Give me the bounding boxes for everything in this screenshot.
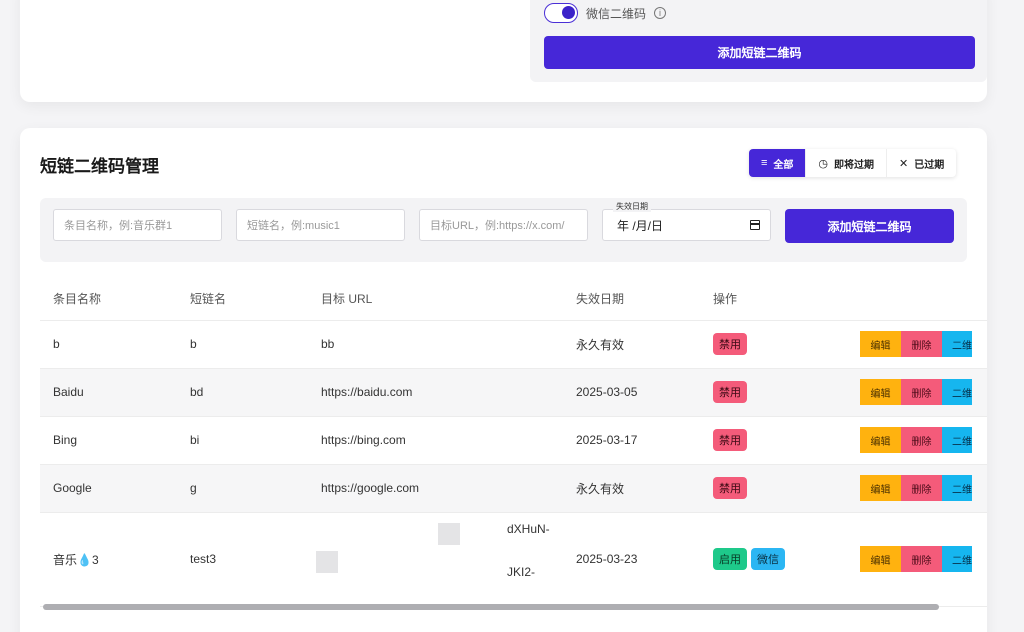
cell-ops: 编辑 删除 二维 [847, 368, 987, 417]
edit-button[interactable]: 编辑 [860, 379, 901, 405]
short-name-input[interactable]: 短链名，例:music1 [236, 209, 405, 241]
cell-ops: 编辑 删除 二维 [847, 512, 987, 607]
qr-button[interactable]: 二维 [942, 475, 972, 501]
cell-name: b [40, 320, 177, 369]
table-row: Baidu bd https://baidu.com 2025-03-05 禁用… [40, 368, 987, 417]
redacted-block [316, 550, 338, 573]
page-title: 短链二维码管理 [40, 157, 159, 176]
cell-name: Baidu [40, 368, 177, 417]
status-badge[interactable]: 禁用 [713, 381, 747, 403]
expiry-date-label: 失效日期 [613, 201, 651, 212]
status-badge[interactable]: 禁用 [713, 429, 747, 451]
wechat-badge: 微信 [751, 548, 785, 570]
col-short: 短链名 [177, 278, 308, 321]
col-url: 目标 URL [308, 278, 563, 321]
cell-expiry: 永久有效 [563, 464, 700, 513]
edit-button[interactable]: 编辑 [860, 427, 901, 453]
name-input[interactable]: 条目名称，例:音乐群1 [53, 209, 222, 241]
cell-status: 禁用 [700, 320, 847, 369]
cell-short: bd [177, 368, 308, 417]
cell-ops: 编辑 删除 二维 [847, 416, 987, 465]
wechat-qr-label: 微信二维码 [586, 6, 647, 21]
cell-name: Bing [40, 416, 177, 465]
filter-all[interactable]: ≡ 全部 [749, 149, 807, 177]
list-icon: ≡ [761, 157, 768, 169]
cell-ops: 编辑 删除 二维 [847, 320, 987, 369]
cell-status: 禁用 [700, 464, 847, 513]
cell-expiry: 2025-03-17 [563, 416, 700, 465]
cell-status: 禁用 [700, 416, 847, 465]
col-name: 条目名称 [40, 278, 177, 321]
col-ops [847, 278, 987, 321]
settings-panel: 微信二维码 i 添加短链二维码 [530, 0, 987, 82]
filter-expiring[interactable]: ◷ 即将过期 [806, 149, 888, 177]
table-row: Google g https://google.com 永久有效 禁用 编辑 删… [40, 464, 987, 513]
cell-short: g [177, 464, 308, 513]
horizontal-scrollbar[interactable] [43, 604, 939, 610]
table-row: Bing bi https://bing.com 2025-03-17 禁用 编… [40, 416, 987, 465]
delete-button[interactable]: 删除 [901, 427, 942, 453]
info-icon[interactable]: i [654, 7, 667, 19]
cell-expiry: 2025-03-05 [563, 368, 700, 417]
qr-button[interactable]: 二维 [942, 331, 972, 357]
status-badge[interactable]: 启用 [713, 548, 747, 570]
wechat-qr-toggle[interactable] [544, 3, 578, 23]
qr-button[interactable]: 二维 [942, 427, 972, 453]
delete-button[interactable]: 删除 [901, 546, 942, 572]
add-qr-button[interactable]: 添加短链二维码 [544, 36, 975, 69]
delete-button[interactable]: 删除 [901, 475, 942, 501]
status-badge[interactable]: 禁用 [713, 333, 747, 355]
status-badge[interactable]: 禁用 [713, 477, 747, 499]
cell-status: 启用 微信 [700, 512, 847, 607]
table-row: b b bb 永久有效 禁用 编辑 删除 二维 [40, 320, 987, 369]
cell-short: test3 [177, 512, 308, 607]
add-entry-form: 条目名称，例:音乐群1 短链名，例:music1 目标URL，例:https:/… [40, 198, 967, 262]
qr-button[interactable]: 二维 [942, 379, 972, 405]
col-expiry: 失效日期 [563, 278, 700, 321]
qr-management-card: 短链二维码管理 ≡ 全部 ◷ 即将过期 ✕ 已过期 条目名称，例:音乐群1 短链… [20, 128, 987, 632]
delete-button[interactable]: 删除 [901, 331, 942, 357]
cell-short: b [177, 320, 308, 369]
cell-ops: 编辑 删除 二维 [847, 464, 987, 513]
cell-expiry: 2025-03-23 [563, 512, 700, 607]
date-value: 年 /月/日 [617, 218, 664, 233]
filter-expired[interactable]: ✕ 已过期 [887, 149, 956, 177]
expiry-date-input[interactable]: 年 /月/日 [602, 209, 771, 241]
table-header-row: 条目名称 短链名 目标 URL 失效日期 操作 [40, 278, 987, 321]
cell-short: bi [177, 416, 308, 465]
cell-url: https://baidu.com [308, 368, 563, 417]
url-fragment-top: dXHuN- [507, 522, 550, 536]
entries-table: 条目名称 短链名 目标 URL 失效日期 操作 b b bb 永久有效 禁用 编… [40, 278, 987, 607]
cell-url: https://bing.com [308, 416, 563, 465]
edit-button[interactable]: 编辑 [860, 331, 901, 357]
filter-segmented-control: ≡ 全部 ◷ 即将过期 ✕ 已过期 [749, 149, 957, 177]
qr-button[interactable]: 二维 [942, 546, 972, 572]
cell-expiry: 永久有效 [563, 320, 700, 369]
cell-status: 禁用 [700, 368, 847, 417]
cell-url: https://google.com [308, 464, 563, 513]
calendar-icon[interactable] [750, 220, 760, 230]
delete-button[interactable]: 删除 [901, 379, 942, 405]
cell-url: bb [308, 320, 563, 369]
wechat-qr-toggle-row: 微信二维码 i [544, 3, 667, 23]
redacted-block [438, 522, 460, 545]
close-icon: ✕ [899, 157, 909, 170]
toggle-knob [562, 6, 575, 19]
filter-expired-label: 已过期 [914, 159, 945, 171]
cell-name: Google [40, 464, 177, 513]
edit-button[interactable]: 编辑 [860, 475, 901, 501]
cell-name: 音乐💧3 [40, 512, 177, 607]
target-url-input[interactable]: 目标URL，例:https://x.com/ [419, 209, 588, 241]
col-actions: 操作 [700, 278, 847, 321]
add-entry-button[interactable]: 添加短链二维码 [785, 209, 954, 243]
clock-icon: ◷ [818, 157, 829, 170]
url-fragment-bottom: JKI2- [507, 565, 536, 579]
filter-expiring-label: 即将过期 [834, 159, 875, 171]
qr-settings-card: 微信二维码 i 添加短链二维码 [20, 0, 987, 102]
edit-button[interactable]: 编辑 [860, 546, 901, 572]
filter-all-label: 全部 [773, 159, 794, 171]
